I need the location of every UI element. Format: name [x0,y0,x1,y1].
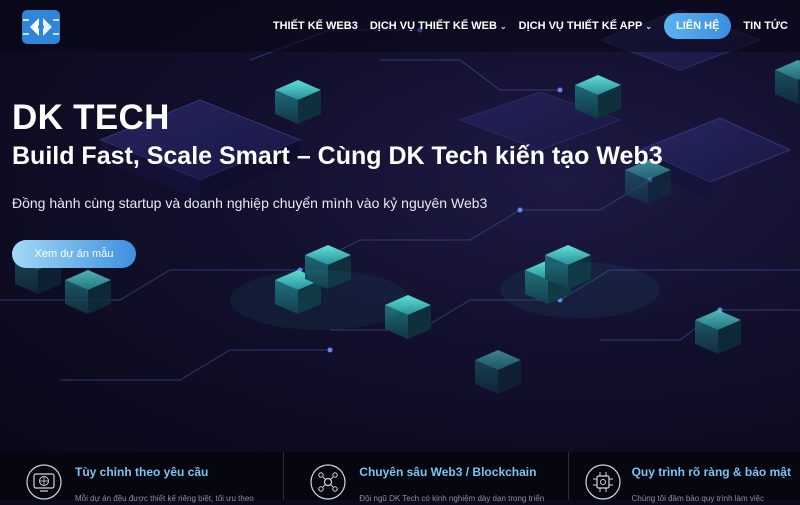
nav-dich-vu-thiet-ke-web[interactable]: DỊCH VỤ THIẾT KẾ WEB ⌄ [370,20,507,32]
nav-dich-vu-thiet-ke-app[interactable]: DỊCH VỤ THIẾT KẾ APP ⌄ [519,20,652,32]
feature-title: Quy trình rõ ràng & bảo mật [631,465,791,479]
circuit-illustration [0,9,800,394]
feature-card: Quy trình rõ ràng & bảo mật Chúng tôi đả… [567,452,800,503]
globe-icon [26,464,62,500]
hero-background [0,0,800,452]
hero-subtitle: Đồng hành cùng startup và doanh nghiệp c… [12,195,488,211]
nav-thiet-ke-web3[interactable]: THIẾT KẾ WEB3 [273,20,358,32]
nav-label: DỊCH VỤ THIẾT KẾ APP [518,20,643,32]
network-icon [310,464,346,500]
top-navbar: THIẾT KẾ WEB3 DỊCH VỤ THIẾT KẾ WEB ⌄ DỊC… [0,0,800,52]
dk-tech-logo[interactable] [20,8,62,46]
hero-brand: DK TECH [12,98,170,137]
feature-desc: Mỗi dự án đều được thiết kế riêng biệt, … [75,494,254,503]
main-menu: THIẾT KẾ WEB3 DỊCH VỤ THIẾT KẾ WEB ⌄ DỊC… [261,13,788,39]
feature-card: Tùy chỉnh theo yêu cầu Mỗi dự án đều đượ… [0,452,283,503]
nav-tin-tuc[interactable]: TIN TỨC [743,20,788,32]
feature-title: Tùy chỉnh theo yêu cầu [75,465,209,479]
logo-icon [22,10,60,44]
nav-label: THIẾT KẾ WEB3 [272,20,358,32]
features-strip: Tùy chỉnh theo yêu cầu Mỗi dự án đều đượ… [0,452,800,503]
hero-title: Build Fast, Scale Smart – Cùng DK Tech k… [12,142,663,170]
nav-label: DỊCH VỤ THIẾT KẾ WEB [369,20,497,32]
feature-title: Chuyên sâu Web3 / Blockchain [359,465,537,479]
nav-label: TIN TỨC [743,20,788,32]
chevron-down-icon: ⌄ [499,21,507,31]
view-sample-projects-button[interactable]: Xem dự án mẫu [12,240,136,268]
chevron-down-icon: ⌄ [645,21,653,31]
contact-button[interactable]: LIÊN HỆ [664,13,732,39]
chip-icon [584,464,621,500]
feature-card: Chuyên sâu Web3 / Blockchain Đội ngũ DK … [283,452,567,503]
feature-desc: Đội ngũ DK Tech có kinh nghiệm dày dạn t… [359,494,545,503]
feature-desc: Chúng tôi đảm bảo quy trình làm việc [631,494,765,503]
